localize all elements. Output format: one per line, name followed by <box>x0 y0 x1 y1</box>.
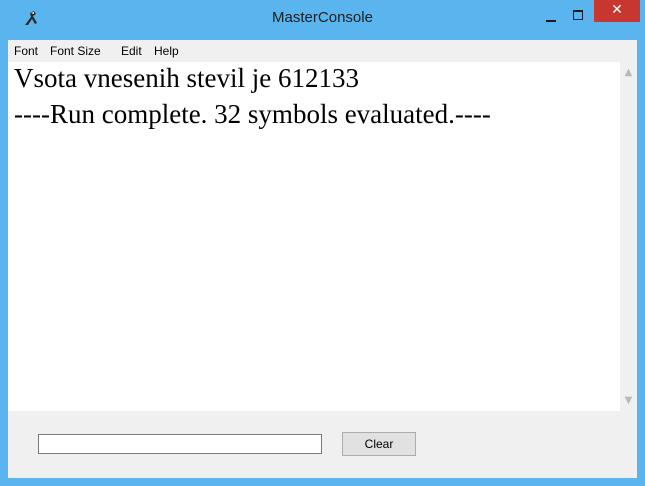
close-icon: ✕ <box>611 2 623 18</box>
scroll-up-icon[interactable]: ▲ <box>620 64 637 81</box>
masterconsole-window: MasterConsole ✕ Font Font Size Edit Help… <box>0 0 645 486</box>
menu-help[interactable]: Help <box>154 44 179 58</box>
output-line: ----Run complete. 32 symbols evaluated.-… <box>14 99 491 129</box>
client-area: Vsota vnesenih stevil je 612133 ----Run … <box>8 62 637 478</box>
clear-button[interactable]: Clear <box>342 432 416 456</box>
close-button[interactable]: ✕ <box>594 0 640 22</box>
menu-font-size[interactable]: Font Size <box>50 44 101 58</box>
menu-font[interactable]: Font <box>14 44 38 58</box>
vertical-scrollbar[interactable]: ▲ ▼ <box>620 62 637 411</box>
output-line: Vsota vnesenih stevil je 612133 <box>14 63 359 93</box>
maximize-icon <box>573 10 583 20</box>
scroll-down-icon[interactable]: ▼ <box>620 392 637 409</box>
title-bar[interactable]: MasterConsole ✕ <box>0 0 645 40</box>
menu-edit[interactable]: Edit <box>121 44 142 58</box>
menu-bar: Font Font Size Edit Help <box>8 40 637 62</box>
command-input[interactable] <box>38 434 322 454</box>
minimize-icon <box>546 20 556 22</box>
console-output[interactable]: Vsota vnesenih stevil je 612133 ----Run … <box>8 62 620 411</box>
maximize-button[interactable] <box>566 6 592 28</box>
minimize-button[interactable] <box>538 6 564 28</box>
